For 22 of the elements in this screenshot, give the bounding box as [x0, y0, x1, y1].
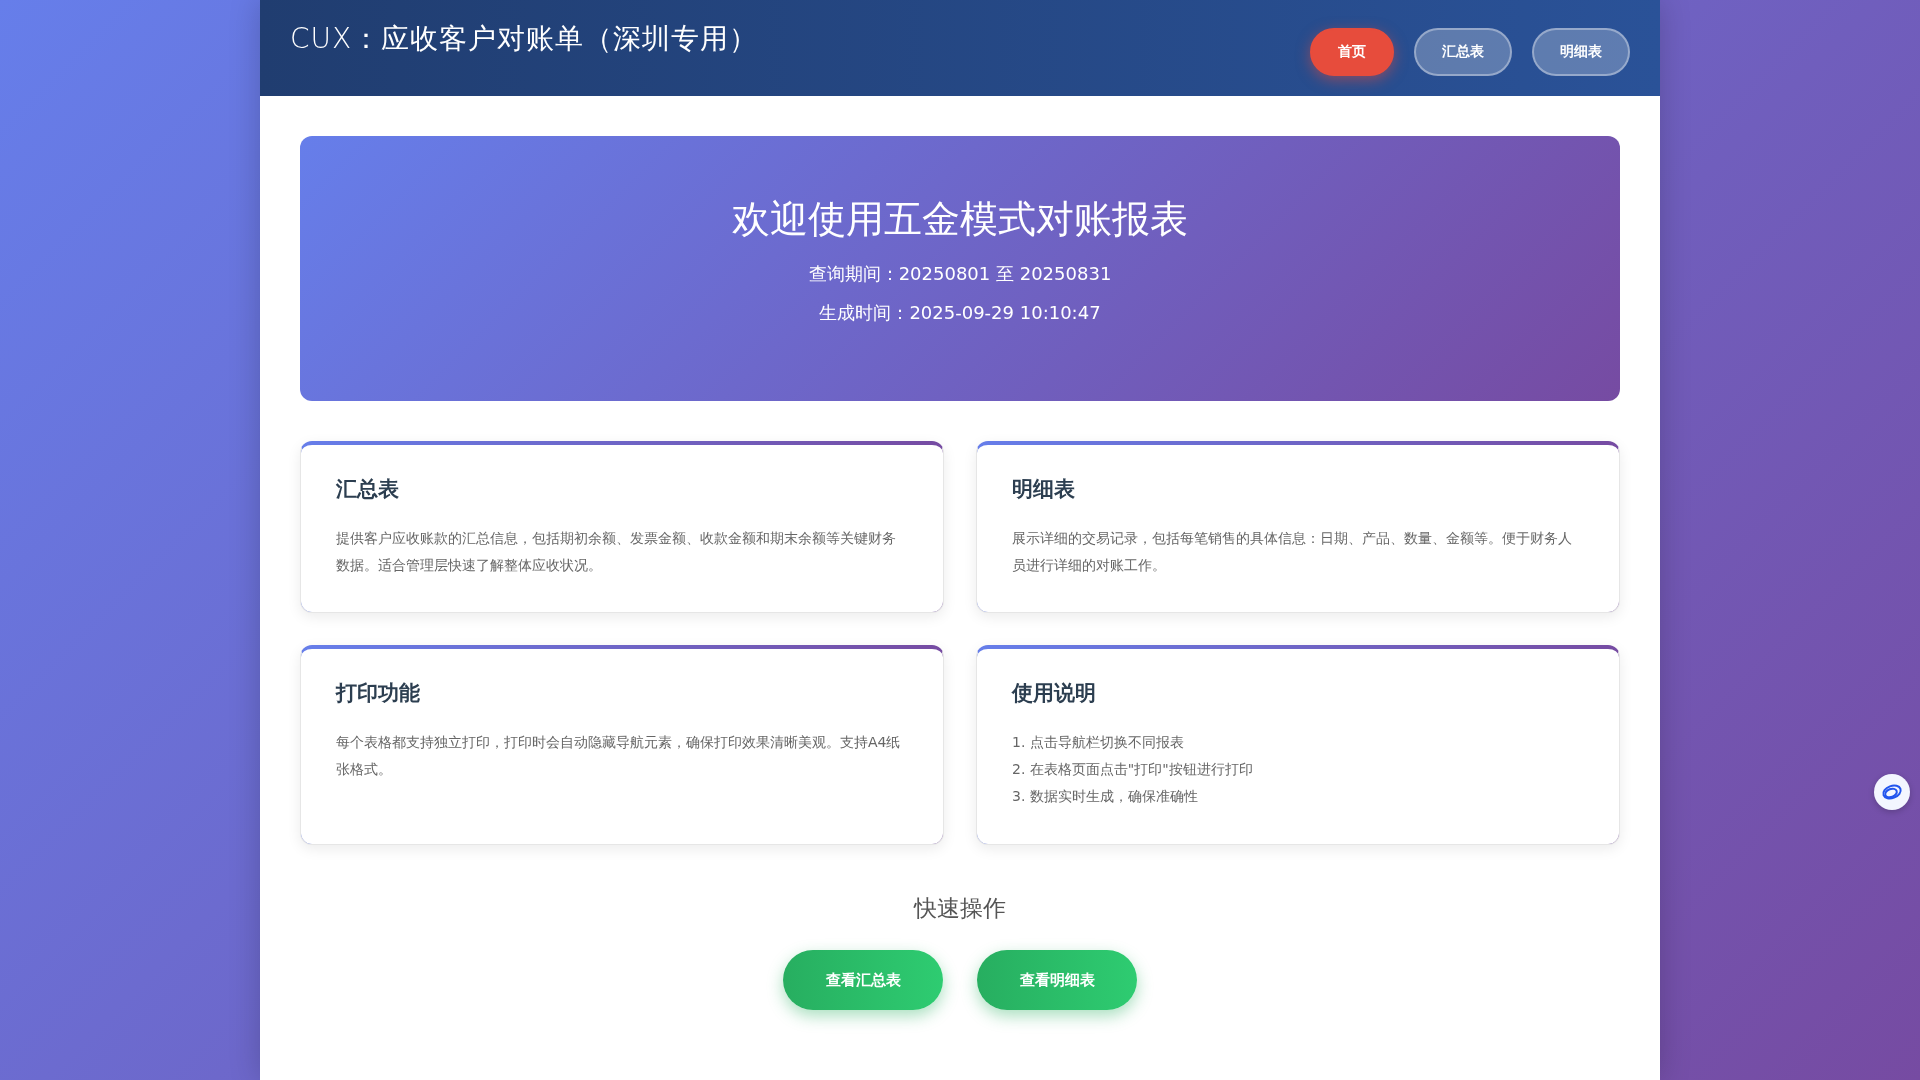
- card-title: 汇总表: [336, 476, 400, 503]
- instruction-item: 3. 数据实时生成，确保准确性: [1012, 787, 1199, 806]
- nav-button[interactable]: 明细表: [1532, 28, 1630, 76]
- banner-info: 生成时间：2025-09-29 10:10:47: [819, 301, 1101, 325]
- banner-title: 欢迎使用五金模式对账报表: [732, 196, 1188, 243]
- card-title: 打印功能: [336, 680, 421, 707]
- nav-button[interactable]: 首页: [1310, 28, 1394, 76]
- card-description: 每个表格都支持独立打印，打印时会自动隐藏导航元素，确保打印效果清晰美观。支持A4纸张格式。: [336, 733, 902, 779]
- card-title: 明细表: [1012, 476, 1076, 503]
- instruction-item: 2. 在表格页面点击"打印"按钮进行打印: [1012, 760, 1254, 779]
- quick-action-button[interactable]: 查看明细表: [977, 950, 1137, 1010]
- banner-info: 查询期间：20250801 至 20250831: [808, 262, 1112, 286]
- instruction-item: 1. 点击导航栏切换不同报表: [1012, 733, 1185, 752]
- quick-action-button[interactable]: 查看汇总表: [783, 950, 943, 1010]
- card-description: 展示详细的交易记录，包括每笔销售的具体信息：日期、产品、数量、金额等。便于财务人员进行详细的对账工作。: [1012, 529, 1573, 575]
- page-title: CUX：应收客户对账单（深圳专用）: [290, 21, 759, 57]
- assistant-button[interactable]: [1874, 774, 1910, 810]
- card-description: 提供客户应收账款的汇总信息，包括期初余额、发票金额、收款金额和期末余额等关键财务数据。适合管理层快速了解整体应收状况。: [336, 529, 897, 575]
- card-title: 使用说明: [1012, 680, 1097, 707]
- nav-button[interactable]: 汇总表: [1414, 28, 1512, 76]
- section-title: 快速操作: [914, 894, 1006, 923]
- swirl-icon: [1881, 783, 1903, 801]
